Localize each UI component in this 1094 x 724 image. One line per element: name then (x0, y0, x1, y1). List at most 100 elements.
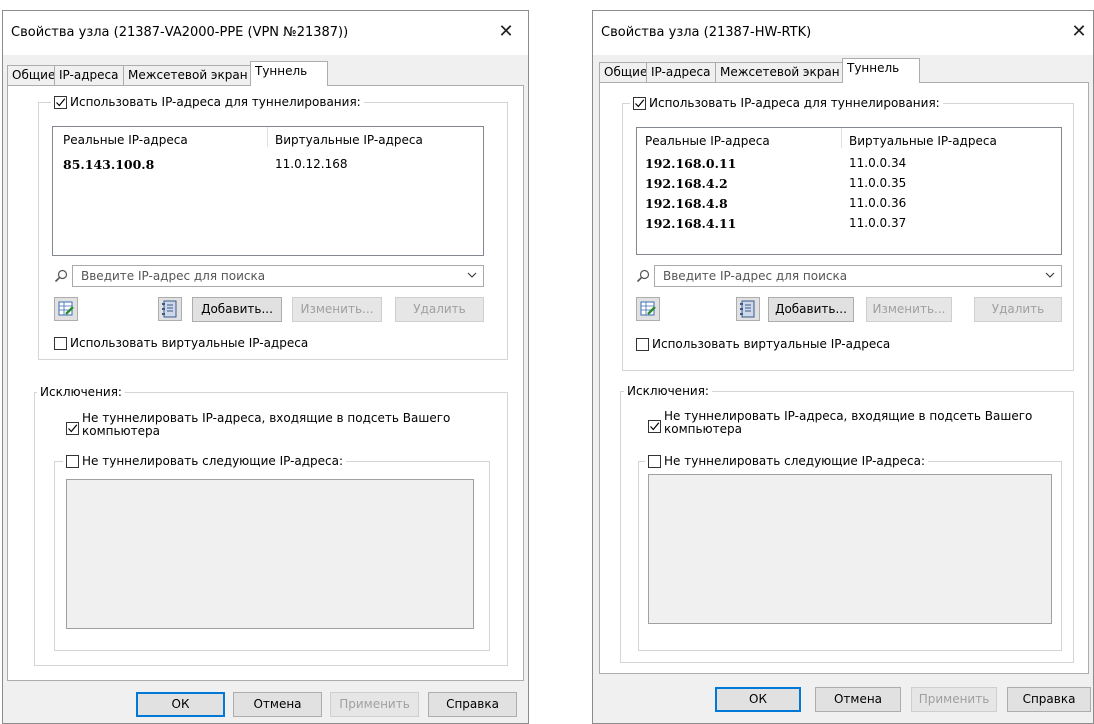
use-ip-tunneling-checkbox-row[interactable]: Использовать IP-адреса для туннелировани… (630, 96, 943, 110)
search-input[interactable]: Введите IP-адрес для поиска (72, 265, 484, 287)
check-icon (635, 98, 645, 107)
tab-general[interactable]: Общие (599, 62, 647, 82)
use-virtual-checkbox[interactable] (54, 336, 67, 350)
row-real-ip[interactable]: 85.143.100.8 (63, 157, 154, 172)
table-edit-button[interactable] (636, 297, 660, 321)
tab-ip-addresses[interactable]: IP-адреса (54, 65, 124, 85)
add-button[interactable]: Добавить... (192, 297, 282, 322)
title-bar: Свойства узла (21387-VA2000-PPE (VPN №21… (3, 11, 528, 55)
cancel-button[interactable]: Отмена (815, 687, 901, 712)
address-book-icon (740, 300, 755, 318)
no-tunnel-following-checkbox[interactable] (66, 454, 79, 468)
no-tunnel-subnet-row[interactable]: Не туннелировать IP-адреса, входящие в п… (648, 410, 1032, 436)
use-virtual-label: Использовать виртуальные IP-адреса (70, 336, 309, 350)
row-real-ip[interactable]: 192.168.4.2 (645, 176, 728, 191)
row-real-ip[interactable]: 192.168.0.11 (645, 156, 736, 171)
tab-general[interactable]: Общие (7, 65, 55, 85)
delete-button[interactable]: Удалить (974, 297, 1062, 322)
no-tunnel-following-row[interactable]: Не туннелировать следующие IP-адреса: (63, 454, 347, 468)
table-edit-icon (58, 301, 74, 316)
no-tunnel-subnet-checkbox[interactable] (648, 420, 661, 433)
use-virtual-row[interactable]: Использовать виртуальные IP-адреса (636, 337, 890, 351)
check-icon (650, 422, 660, 431)
tab-tunnel[interactable]: Туннель (250, 61, 328, 86)
dialog-title: Свойства узла (21387-HW-RTK) (601, 25, 812, 40)
tab-ip-addresses[interactable]: IP-адреса (646, 62, 716, 82)
ip-address-list[interactable]: Реальные IP-адреса Виртуальные IP-адреса… (52, 126, 484, 256)
no-tunnel-following-checkbox[interactable] (648, 454, 661, 468)
title-bar: Свойства узла (21387-HW-RTK) ✕ (593, 11, 1093, 55)
use-ip-tunneling-checkbox[interactable] (54, 95, 67, 109)
ok-button[interactable]: ОК (136, 692, 225, 717)
node-properties-dialog-1: Свойства узла (21387-VA2000-PPE (VPN №21… (2, 10, 529, 724)
row-virtual-ip[interactable]: 11.0.0.35 (849, 176, 906, 190)
edit-button[interactable]: Изменить... (866, 297, 952, 322)
search-placeholder: Введите IP-адрес для поиска (663, 269, 848, 283)
column-header-real[interactable]: Реальные IP-адреса (63, 133, 188, 147)
use-ip-tunneling-checkbox-row[interactable]: Использовать IP-адреса для туннелировани… (51, 95, 364, 109)
column-header-real[interactable]: Реальные IP-адреса (645, 134, 770, 148)
close-icon[interactable]: ✕ (494, 20, 518, 44)
tab-firewall[interactable]: Межсетевой экран (123, 65, 251, 85)
check-icon (56, 97, 66, 106)
table-edit-button[interactable] (54, 297, 78, 321)
help-button[interactable]: Справка (428, 692, 517, 717)
use-ip-tunneling-label: Использовать IP-адреса для туннелировани… (649, 96, 940, 110)
search-placeholder: Введите IP-адрес для поиска (81, 269, 266, 283)
exceptions-title: Исключения: (37, 385, 125, 399)
close-icon[interactable]: ✕ (1067, 20, 1091, 44)
tab-tunnel[interactable]: Туннель (842, 58, 920, 83)
ip-address-list[interactable]: Реальные IP-адреса Виртуальные IP-адреса… (636, 127, 1062, 255)
dialog-title: Свойства узла (21387-VA2000-PPE (VPN №21… (11, 25, 349, 40)
row-real-ip[interactable]: 192.168.4.11 (645, 216, 736, 231)
row-virtual-ip[interactable]: 11.0.12.168 (275, 157, 348, 171)
chevron-down-icon[interactable] (467, 268, 477, 282)
column-header-virtual[interactable]: Виртуальные IP-адреса (275, 133, 423, 147)
tunnel-tab-page: Использовать IP-адреса для туннелировани… (7, 85, 524, 681)
no-tunnel-subnet-checkbox[interactable] (66, 422, 79, 435)
no-tunnel-subnet-label-1: Не туннелировать IP-адреса, входящие в п… (82, 411, 451, 425)
column-divider (841, 128, 842, 148)
row-real-ip[interactable]: 192.168.4.8 (645, 196, 728, 211)
add-button[interactable]: Добавить... (768, 297, 854, 322)
search-icon (636, 269, 650, 283)
no-tunnel-subnet-label-2: компьютера (82, 424, 161, 438)
no-tunnel-subnet-row[interactable]: Не туннелировать IP-адреса, входящие в п… (66, 412, 450, 438)
use-ip-tunneling-label: Использовать IP-адреса для туннелировани… (70, 95, 361, 109)
cancel-button[interactable]: Отмена (233, 692, 322, 717)
apply-button[interactable]: Применить (911, 687, 997, 712)
use-virtual-label: Использовать виртуальные IP-адреса (652, 337, 891, 351)
no-tunnel-subnet-label-2: компьютера (664, 422, 743, 436)
column-header-virtual[interactable]: Виртуальные IP-адреса (849, 134, 997, 148)
no-tunnel-following-label: Не туннелировать следующие IP-адреса: (664, 454, 926, 468)
column-divider (267, 127, 268, 147)
exceptions-title: Исключения: (624, 384, 712, 398)
tab-firewall[interactable]: Межсетевой экран (715, 62, 843, 82)
use-ip-tunneling-checkbox[interactable] (633, 96, 646, 110)
address-book-button[interactable] (736, 297, 760, 321)
excluded-ip-list[interactable] (648, 474, 1052, 624)
address-book-button[interactable] (158, 297, 182, 321)
edit-button[interactable]: Изменить... (292, 297, 382, 322)
use-virtual-row[interactable]: Использовать виртуальные IP-адреса (54, 336, 308, 350)
no-tunnel-subnet-label-1: Не туннелировать IP-адреса, входящие в п… (664, 409, 1033, 423)
row-virtual-ip[interactable]: 11.0.0.34 (849, 156, 906, 170)
search-input[interactable]: Введите IP-адрес для поиска (654, 265, 1062, 287)
row-virtual-ip[interactable]: 11.0.0.37 (849, 216, 906, 230)
help-button[interactable]: Справка (1007, 687, 1091, 712)
no-tunnel-following-row[interactable]: Не туннелировать следующие IP-адреса: (645, 454, 929, 468)
use-virtual-checkbox[interactable] (636, 337, 649, 351)
tunnel-tab-page: Использовать IP-адреса для туннелировани… (599, 82, 1089, 674)
address-book-icon (162, 300, 177, 318)
apply-button[interactable]: Применить (330, 692, 419, 717)
ok-button[interactable]: ОК (715, 687, 801, 712)
node-properties-dialog-2: Свойства узла (21387-HW-RTK) ✕ Общие IP-… (592, 10, 1094, 724)
delete-button[interactable]: Удалить (395, 297, 484, 322)
excluded-ip-list[interactable] (66, 479, 474, 629)
row-virtual-ip[interactable]: 11.0.0.36 (849, 196, 906, 210)
no-tunnel-following-label: Не туннелировать следующие IP-адреса: (82, 454, 344, 468)
chevron-down-icon[interactable] (1045, 268, 1055, 282)
search-icon (54, 269, 68, 283)
table-edit-icon (640, 301, 656, 316)
check-icon (68, 424, 78, 433)
